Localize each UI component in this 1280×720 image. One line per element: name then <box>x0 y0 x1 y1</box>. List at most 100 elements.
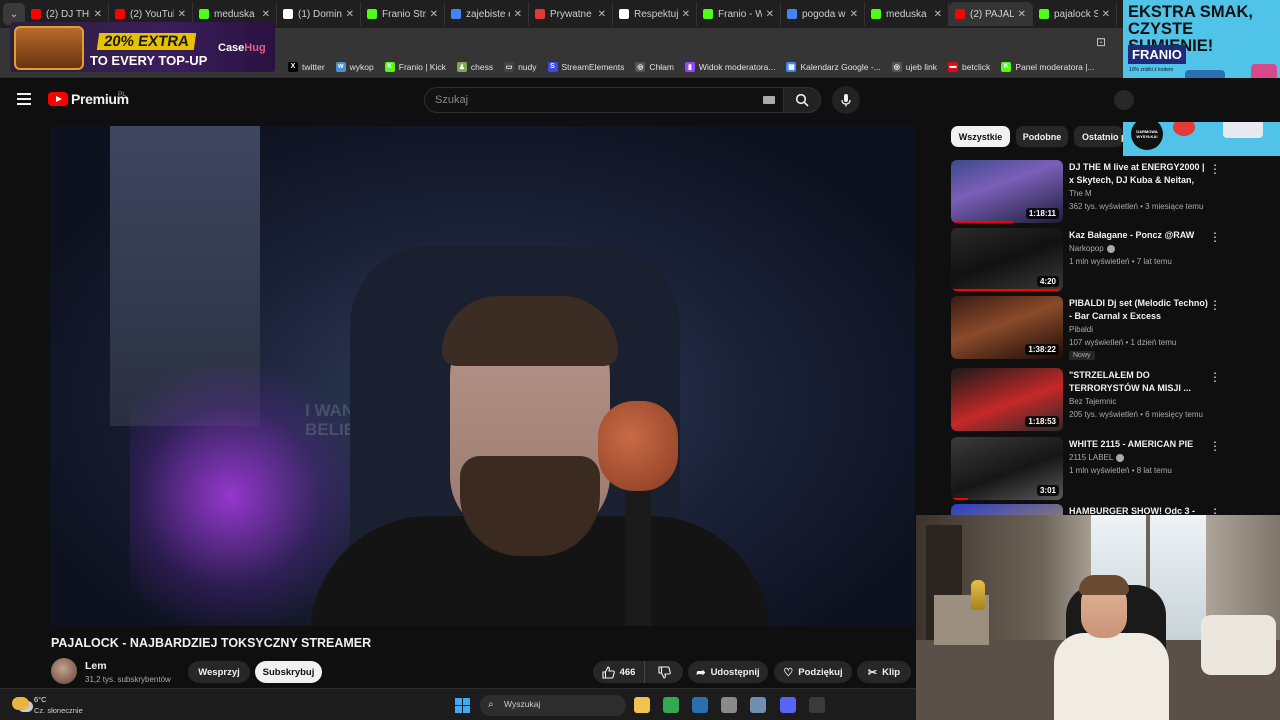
bookmark-item[interactable]: ♟ chess <box>456 61 493 72</box>
microphone-icon <box>841 94 851 107</box>
recommendation-thumbnail[interactable]: 1:18:53 <box>951 368 1063 431</box>
bookmark-item[interactable]: ▭ nudy <box>504 61 537 72</box>
more-actions-icon[interactable]: ⋮ <box>1209 370 1221 384</box>
casehug-ad-banner[interactable]: 20% EXTRA TO EVERY TOP-UP CaseHug <box>10 22 275 72</box>
youtube-logo[interactable]: Premium <box>48 91 129 107</box>
close-icon[interactable]: ✕ <box>1102 9 1110 20</box>
close-icon[interactable]: ✕ <box>346 9 354 20</box>
browser-tab[interactable]: pogoda w ✕ <box>781 2 865 26</box>
dislike-button[interactable] <box>645 661 683 683</box>
browser-tab[interactable]: (2) PAJALC ✕ <box>949 2 1033 26</box>
windows-start-icon[interactable] <box>455 698 470 713</box>
browser-tab[interactable]: zajebiste c ✕ <box>445 2 529 26</box>
close-icon[interactable]: ✕ <box>514 9 522 20</box>
channel-avatar[interactable] <box>51 658 77 684</box>
recommendation-item[interactable]: 3:01 WHITE 2115 - AMERICAN PIE 2115 LABEL 1… <box>951 437 1221 501</box>
browser-tab[interactable]: Respektuj ✕ <box>613 2 697 26</box>
chip-all[interactable]: Wszystkie <box>951 126 1010 147</box>
discord-icon[interactable] <box>780 697 796 713</box>
close-icon[interactable]: ✕ <box>430 9 438 20</box>
browser-tab[interactable]: (1) Domin ✕ <box>277 2 361 26</box>
share-icon: ➦ <box>696 666 706 679</box>
settings-icon[interactable] <box>750 697 766 713</box>
bookmark-item[interactable]: K Franio | Kick <box>384 61 446 72</box>
keyboard-icon[interactable] <box>763 96 775 104</box>
close-icon[interactable]: ✕ <box>262 9 270 20</box>
share-button[interactable]: ➦ Udostępnij <box>688 661 768 683</box>
more-actions-icon[interactable]: ⋮ <box>1209 230 1221 244</box>
voice-search-button[interactable] <box>832 86 860 114</box>
recommendation-item[interactable]: 1:18:11 DJ THE M live at ENERGY2000 | x S… <box>951 160 1221 224</box>
close-icon[interactable]: ✕ <box>850 9 858 20</box>
search-button[interactable] <box>783 87 821 113</box>
recommendation-title[interactable]: "STRZELAŁEM DO TERRORYSTÓW NA MISJI ... <box>1069 369 1209 395</box>
bookmark-item[interactable]: ◎ Chłam <box>635 61 674 72</box>
search-input[interactable] <box>435 94 745 106</box>
recommendation-channel[interactable]: Narkopop <box>1069 244 1115 253</box>
recommendation-item[interactable]: 1:18:53 "STRZELAŁEM DO TERRORYSTÓW NA MIS… <box>951 368 1221 432</box>
chrome-icon[interactable] <box>663 697 679 713</box>
bookmark-item[interactable]: ▮ Widok moderatora... <box>684 61 775 72</box>
recommendation-channel[interactable]: The M <box>1069 189 1092 198</box>
weather-sun-cloud-icon[interactable] <box>12 697 29 710</box>
browser-tab[interactable]: Franio - W ✕ <box>697 2 781 26</box>
chip-recently-uploaded[interactable]: Ostatnio p <box>1074 126 1123 147</box>
install-icon[interactable]: ⊡ <box>1096 35 1106 49</box>
weather-temperature[interactable]: 6°C <box>34 695 47 704</box>
close-icon[interactable]: ✕ <box>94 9 102 20</box>
account-avatar[interactable] <box>1114 90 1134 110</box>
recommendation-channel[interactable]: Bez Tajemnic <box>1069 397 1116 406</box>
bookmark-item[interactable]: Xtwitter <box>288 61 325 72</box>
recommendation-thumbnail[interactable]: 3:01 <box>951 437 1063 500</box>
more-actions-icon[interactable]: ⋮ <box>1209 298 1221 312</box>
recommendation-channel[interactable]: Pibaldi <box>1069 325 1093 334</box>
recommendation-thumbnail[interactable]: 1:38:22 <box>951 296 1063 359</box>
bookmark-item[interactable]: ▦ Kalendarz Google -... <box>786 61 881 72</box>
close-icon[interactable]: ✕ <box>682 9 690 20</box>
close-icon[interactable]: ✕ <box>934 9 942 20</box>
subscribe-button[interactable]: Subskrybuj <box>255 661 322 683</box>
recommendation-channel[interactable]: 2115 LABEL <box>1069 453 1125 462</box>
recommendation-title[interactable]: Kaz Bałagane - Poncz @RAW <box>1069 229 1209 242</box>
calculator-icon[interactable] <box>809 697 825 713</box>
bookmark-item[interactable]: ◎ ujeb link <box>891 61 937 72</box>
browser-tab[interactable]: pajalock S ✕ <box>1033 2 1117 26</box>
more-actions-icon[interactable]: ⋮ <box>1209 439 1221 453</box>
thanks-button[interactable]: ♡ Podziękuj <box>774 661 852 683</box>
weather-description[interactable]: Cz. słonecznie <box>34 706 83 715</box>
taskbar-search-input[interactable] <box>504 699 614 709</box>
close-icon[interactable]: ✕ <box>766 9 774 20</box>
recommendation-title[interactable]: DJ THE M live at ENERGY2000 | x Skytech,… <box>1069 161 1209 187</box>
chip-related[interactable]: Podobne <box>1016 126 1068 147</box>
tab-favicon-icon <box>451 9 461 19</box>
recommendation-title[interactable]: PIBALDI Dj set (Melodic Techno) - Bar Ca… <box>1069 297 1209 323</box>
bookmark-item[interactable]: w wykop <box>335 61 374 72</box>
recommendation-thumbnail[interactable]: 1:18:11 <box>951 160 1063 223</box>
recommendation-thumbnail[interactable]: 4:20 <box>951 228 1063 291</box>
taskbar-search[interactable]: ⌕ <box>480 695 626 716</box>
recommendation-item[interactable]: 4:20 Kaz Bałagane - Poncz @RAW Narkopop 1 m… <box>951 228 1221 292</box>
close-icon[interactable]: ✕ <box>178 9 186 20</box>
channel-name[interactable]: Lem <box>85 660 107 672</box>
browser-tab[interactable]: Franio Stre ✕ <box>361 2 445 26</box>
tab-label: (2) DJ THE <box>46 8 90 20</box>
browser-tab[interactable]: meduska ✕ <box>865 2 949 26</box>
bookmark-item[interactable]: S StreamElements <box>547 61 624 72</box>
tools-icon[interactable] <box>692 697 708 713</box>
close-icon[interactable]: ✕ <box>1018 9 1026 20</box>
support-button[interactable]: Wesprzyj <box>188 661 250 683</box>
more-actions-icon[interactable]: ⋮ <box>1209 162 1221 176</box>
app-icon[interactable] <box>721 697 737 713</box>
file-explorer-icon[interactable] <box>634 697 650 713</box>
like-button[interactable]: 466 <box>593 661 645 683</box>
recommendation-title[interactable]: WHITE 2115 - AMERICAN PIE <box>1069 438 1209 451</box>
menu-icon[interactable] <box>17 93 31 105</box>
recommendation-item[interactable]: 1:38:22 PIBALDI Dj set (Melodic Techno) -… <box>951 296 1221 360</box>
bookmark-item[interactable]: K Panel moderatora |... <box>1001 61 1095 72</box>
close-icon[interactable]: ✕ <box>598 9 606 20</box>
browser-tab[interactable]: Prywatne ✕ <box>529 2 613 26</box>
video-player[interactable]: I WANT TO BELIEVE <box>50 126 915 626</box>
clip-label: Klip <box>882 666 901 678</box>
bookmark-item[interactable]: ▬ betclick <box>947 61 990 72</box>
clip-button[interactable]: ✂ Klip <box>857 661 911 683</box>
